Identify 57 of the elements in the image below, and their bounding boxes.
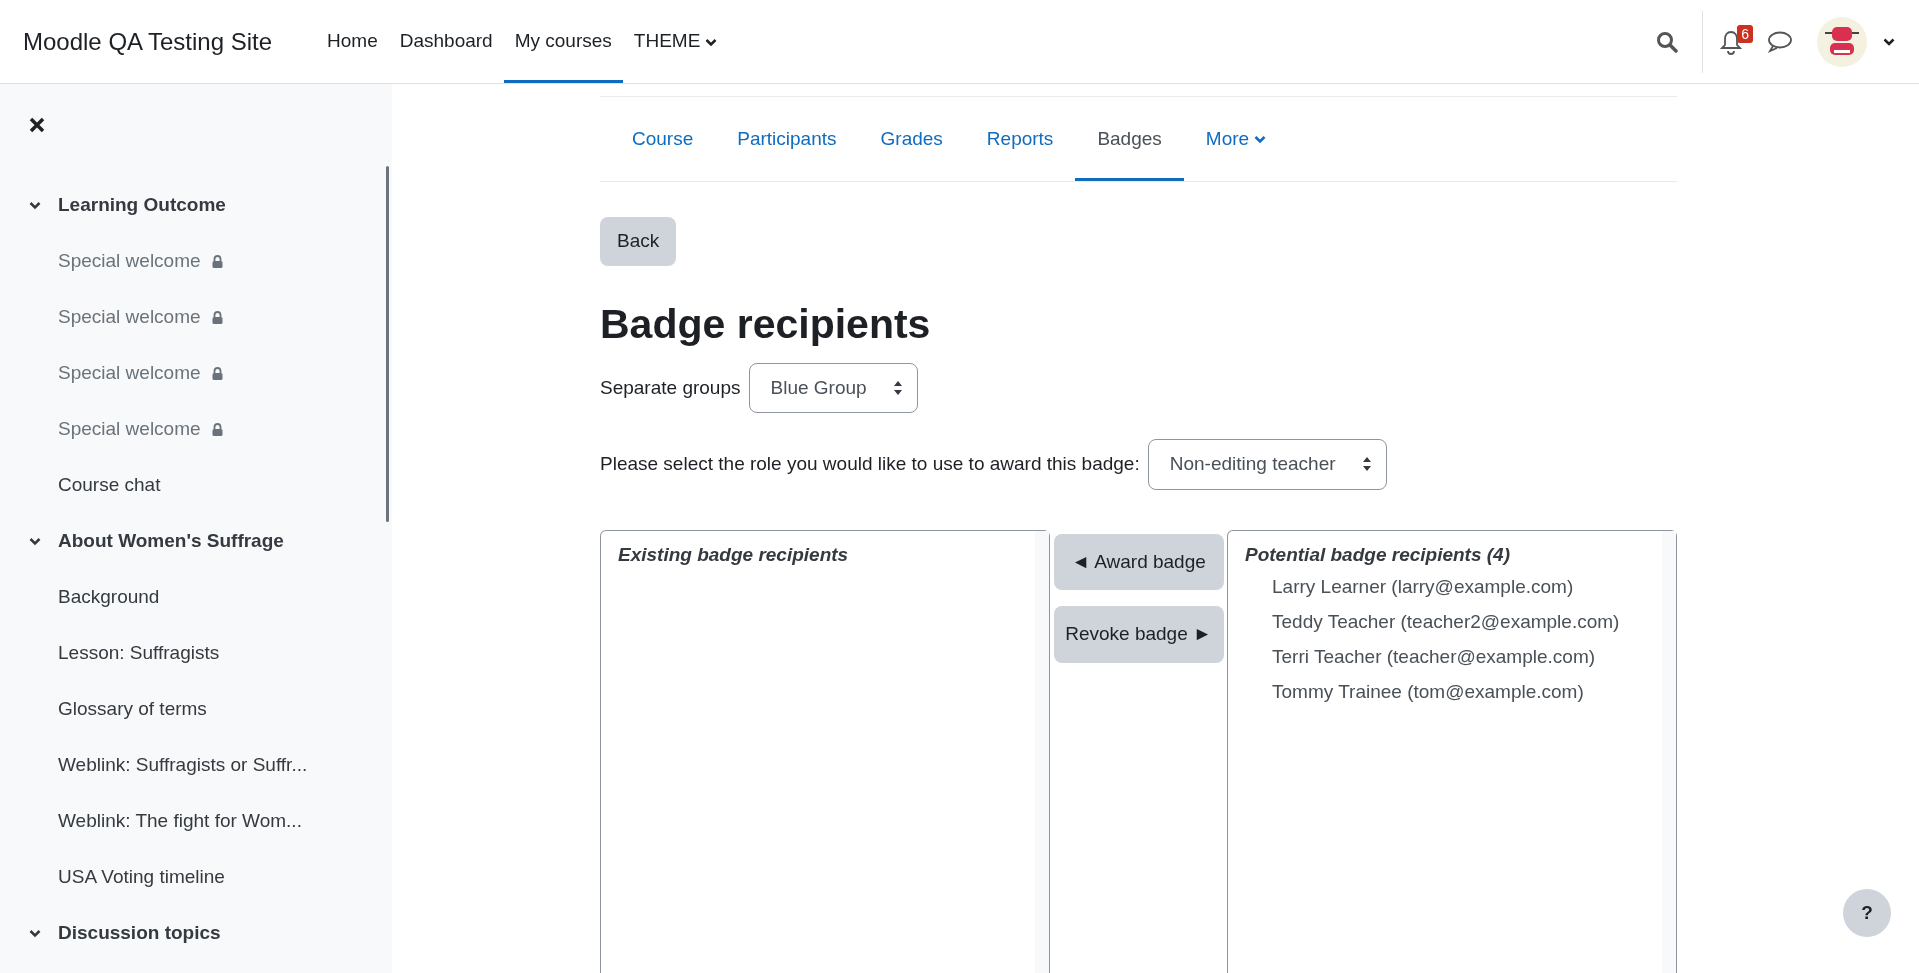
sidebar-item[interactable]: USA Voting timeline xyxy=(58,862,225,892)
course-tab[interactable]: Participants xyxy=(715,97,859,181)
scrollbar-track[interactable] xyxy=(1035,530,1049,973)
section-title[interactable]: Learning Outcome xyxy=(58,190,226,220)
sidebar-item[interactable]: Special welcome xyxy=(58,358,201,388)
course-tab[interactable]: More xyxy=(1183,97,1289,181)
chat-bubble-icon[interactable] xyxy=(1767,29,1793,54)
caret-icon[interactable] xyxy=(1883,37,1895,46)
chevron-icon[interactable] xyxy=(29,535,41,547)
group-select[interactable]: Blue Group xyxy=(748,362,918,414)
potential-recipients-list[interactable]: Potential badge recipients (4) Larry Learner (larry@example.com) Teddy Teacher (teacher2@example.com) Terri Teacher (teacher@example.com) Tommy Trainee (tom@example.com) xyxy=(1227,529,1677,973)
scrollbar[interactable] xyxy=(386,166,389,522)
list-option[interactable]: Terri Teacher (teacher@example.com) xyxy=(1228,639,1660,675)
nav-link[interactable]: THEME xyxy=(622,0,729,83)
chevron-icon[interactable] xyxy=(29,927,41,939)
page-heading: Badge recipients xyxy=(600,299,932,349)
sidebar-item[interactable]: Course chat xyxy=(58,470,161,500)
sidebar-item[interactable]: Lesson: Suffragists xyxy=(58,638,220,668)
existing-recipients-list[interactable]: Existing badge recipients xyxy=(600,529,1050,973)
close-icon[interactable] xyxy=(29,117,45,133)
help-button[interactable]: ? xyxy=(1843,889,1891,937)
sidebar-item[interactable]: Background xyxy=(58,582,160,612)
sidebar-item[interactable]: Weblink: Suffragists or Suffr... xyxy=(58,750,308,780)
sort-arrows-icon xyxy=(1361,456,1372,473)
sidebar-item[interactable]: Special welcome xyxy=(58,246,201,276)
list-option[interactable]: Larry Learner (larry@example.com) xyxy=(1228,569,1660,605)
award-badge-button[interactable]: ◄ Award badge xyxy=(1053,533,1224,591)
revoke-badge-button[interactable]: Revoke badge ► xyxy=(1053,606,1224,663)
course-tab[interactable]: Grades xyxy=(858,97,965,181)
notifications-bell-icon[interactable] xyxy=(1719,28,1743,55)
back-button[interactable]: Back xyxy=(600,217,677,266)
nav-link[interactable]: Home xyxy=(316,0,389,83)
sidebar-item[interactable]: Special welcome xyxy=(58,302,201,332)
field-label: Separate groups xyxy=(600,375,741,400)
sidebar-item[interactable]: Special welcome xyxy=(58,414,201,444)
list-option[interactable]: Teddy Teacher (teacher2@example.com) xyxy=(1228,604,1660,640)
list-title: Potential badge recipients (4) xyxy=(1244,542,1511,567)
sidebar-item[interactable]: Glossary of terms xyxy=(58,694,207,724)
sidebar-item[interactable]: Weblink: The fight for Wom... xyxy=(58,806,302,836)
robot-avatar-icon[interactable] xyxy=(1817,16,1867,67)
scrollbar-track[interactable] xyxy=(1662,530,1676,973)
course-tab[interactable]: Badges xyxy=(1075,97,1184,181)
course-tab[interactable]: Reports xyxy=(964,97,1076,181)
nav-link[interactable]: Dashboard xyxy=(388,0,504,83)
role-select[interactable]: Non-editing teacher xyxy=(1147,439,1387,490)
site-name[interactable]: Moodle QA Testing Site xyxy=(23,23,273,60)
chevron-icon[interactable] xyxy=(29,199,41,211)
field-label: Please select the role you would like to use to award this badge: xyxy=(600,452,1140,477)
nav-link[interactable]: My courses xyxy=(503,0,623,83)
list-title: Existing badge recipients xyxy=(617,542,850,567)
course-tab[interactable]: Course xyxy=(610,97,716,181)
notification-count: 6 xyxy=(1737,24,1753,43)
sort-arrows-icon xyxy=(892,379,903,396)
search-icon[interactable] xyxy=(1656,30,1678,53)
section-title[interactable]: About Women's Suffrage xyxy=(58,526,284,556)
list-option[interactable]: Tommy Trainee (tom@example.com) xyxy=(1228,674,1660,710)
section-title[interactable]: Discussion topics xyxy=(58,918,221,948)
